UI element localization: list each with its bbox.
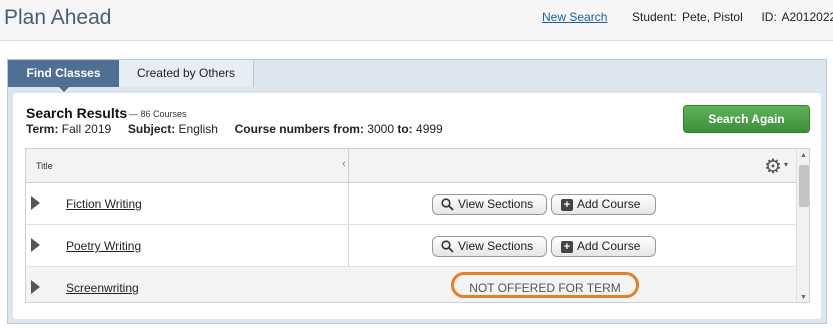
- id-value: A20120228: [781, 10, 833, 24]
- course-to-value: 4999: [416, 122, 443, 136]
- sort-icon[interactable]: ‹: [342, 158, 346, 170]
- scroll-up-icon[interactable]: ▲: [800, 152, 807, 159]
- search-results-section: Search Results — 86 Courses Term: Fall 2…: [13, 93, 821, 319]
- add-course-button[interactable]: + Add Course: [551, 236, 656, 257]
- student-info: Student: Pete, Pistol ID: A20120228: [632, 10, 833, 24]
- new-search-link[interactable]: New Search: [542, 10, 607, 24]
- subject-value: English: [178, 122, 218, 136]
- table-row: Screenwriting NOT OFFERED FOR TERM: [26, 267, 796, 302]
- chevron-down-icon[interactable]: ▾: [784, 160, 788, 169]
- app-header: Plan Ahead New Search Student: Pete, Pis…: [0, 0, 833, 41]
- table-row: Fiction Writing View Sections + Add Cour…: [26, 183, 796, 225]
- scroll-down-icon[interactable]: ▼: [800, 294, 807, 301]
- course-to-label: to:: [397, 122, 413, 136]
- find-classes-panel: Find Classes Created by Others Search Re…: [7, 59, 827, 324]
- search-results-title: Search Results: [26, 105, 128, 121]
- tab-created-by-others[interactable]: Created by Others: [119, 60, 254, 87]
- expand-arrow-icon[interactable]: [31, 280, 40, 294]
- view-sections-button[interactable]: View Sections: [432, 194, 547, 215]
- add-course-button[interactable]: + Add Course: [551, 194, 656, 215]
- course-title-link[interactable]: Screenwriting: [66, 281, 139, 295]
- add-course-label: Add Course: [577, 239, 641, 253]
- grid-header: Title ‹ ⚙ ▾: [26, 149, 796, 183]
- course-numbers-label: Course numbers from:: [234, 122, 364, 136]
- gear-icon[interactable]: ⚙: [764, 154, 782, 179]
- term-value: Fall 2019: [61, 122, 112, 136]
- student-name: Pete, Pistol: [682, 10, 743, 24]
- view-sections-label: View Sections: [458, 239, 534, 253]
- not-offered-status: NOT OFFERED FOR TERM: [451, 272, 639, 298]
- column-header-title[interactable]: Title: [36, 161, 53, 171]
- expand-arrow-icon[interactable]: [31, 196, 40, 210]
- page-title: Plan Ahead: [4, 6, 112, 29]
- add-course-label: Add Course: [577, 197, 641, 211]
- search-again-button[interactable]: Search Again: [683, 105, 810, 133]
- search-icon: [441, 198, 454, 211]
- plus-icon: +: [561, 241, 573, 253]
- search-icon: [441, 240, 454, 253]
- results-count: — 86 Courses: [129, 109, 187, 119]
- term-label: Term:: [26, 122, 59, 136]
- course-title-link[interactable]: Fiction Writing: [66, 197, 142, 211]
- course-title-link[interactable]: Poetry Writing: [66, 239, 141, 253]
- vertical-scrollbar[interactable]: ▲ ▼: [796, 149, 809, 302]
- view-sections-label: View Sections: [458, 197, 534, 211]
- expand-arrow-icon[interactable]: [31, 238, 40, 252]
- table-row: Poetry Writing View Sections + Add Cours…: [26, 225, 796, 267]
- plus-icon: +: [561, 199, 573, 211]
- results-grid: Title ‹ ⚙ ▾ Fiction Writing View Section…: [25, 148, 810, 303]
- search-criteria: Term: Fall 2019 Subject: English Course …: [26, 122, 443, 136]
- tab-find-classes[interactable]: Find Classes: [8, 60, 119, 92]
- view-sections-button[interactable]: View Sections: [432, 236, 547, 257]
- id-label: ID:: [761, 10, 777, 24]
- subject-label: Subject:: [127, 122, 176, 136]
- student-label: Student:: [632, 10, 677, 24]
- course-from-value: 3000: [367, 122, 394, 136]
- scroll-thumb[interactable]: [799, 165, 809, 207]
